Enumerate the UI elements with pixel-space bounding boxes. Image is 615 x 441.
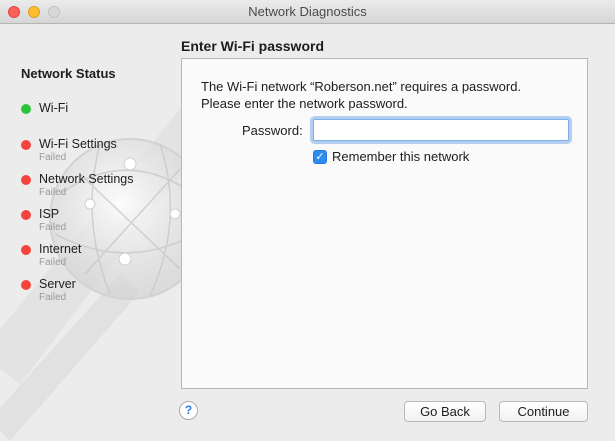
title-bar: Network Diagnostics <box>0 0 615 24</box>
status-item-label: ISP <box>39 207 60 221</box>
network-diagnostics-window: Network Diagnostics Network Status Wi-Fi… <box>0 0 615 441</box>
status-item-label: Network Settings <box>39 172 134 186</box>
status-dot-icon <box>21 175 31 185</box>
continue-button[interactable]: Continue <box>499 401 588 422</box>
status-item-state: Failed <box>39 257 67 268</box>
status-dot-icon <box>21 210 31 220</box>
password-field[interactable] <box>313 119 569 141</box>
status-item-label: Internet <box>39 242 82 256</box>
status-dot-icon <box>21 245 31 255</box>
status-item-state: Failed <box>39 222 67 233</box>
message-line: The Wi-Fi network “Roberson.net” require… <box>201 79 522 94</box>
status-item-state: Failed <box>39 187 67 198</box>
password-panel: The Wi-Fi network “Roberson.net” require… <box>181 58 588 389</box>
go-back-button[interactable]: Go Back <box>404 401 486 422</box>
status-dot-icon <box>21 140 31 150</box>
network-status-heading: Network Status <box>21 66 116 81</box>
window-title: Network Diagnostics <box>248 4 367 19</box>
message-line: Please enter the network password. <box>201 96 408 111</box>
password-label: Password: <box>242 123 303 138</box>
remember-network-label[interactable]: Remember this network <box>332 149 469 164</box>
password-prompt-message: The Wi-Fi network “Roberson.net” require… <box>201 78 581 112</box>
status-dot-icon <box>21 280 31 290</box>
status-dot-icon <box>21 104 31 114</box>
status-item-label: Wi-Fi <box>39 101 69 115</box>
remember-network-checkbox[interactable]: ✓ <box>313 150 327 164</box>
help-button[interactable]: ? <box>179 401 198 420</box>
status-item-label: Wi-Fi Settings <box>39 137 117 151</box>
status-item-state: Failed <box>39 152 67 163</box>
page-title: Enter Wi-Fi password <box>181 38 325 54</box>
status-item-label: Server <box>39 277 76 291</box>
status-item-state: Failed <box>39 292 67 303</box>
